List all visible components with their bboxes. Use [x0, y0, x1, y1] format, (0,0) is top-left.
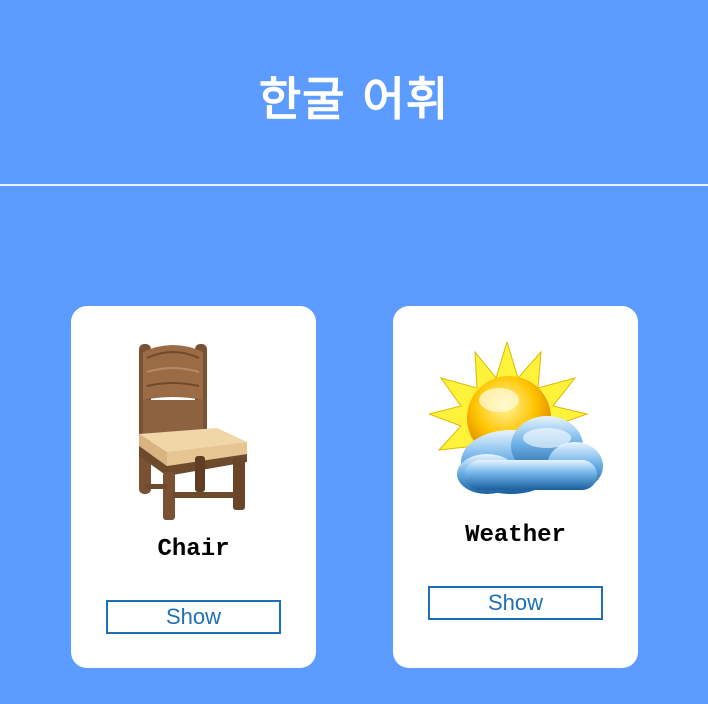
page-title: 한굴 어휘 — [258, 72, 450, 126]
weather-image — [429, 342, 603, 494]
vocab-card-chair: Chair Show — [71, 306, 316, 668]
chair-image — [139, 344, 247, 520]
show-button[interactable]: Show — [106, 600, 281, 634]
card-label: Chair — [157, 536, 230, 563]
vocab-card-weather: Weather Show — [393, 306, 638, 668]
show-button[interactable]: Show — [428, 586, 603, 620]
page-header: 한굴 어휘 — [0, 0, 708, 186]
card-label: Weather — [465, 522, 566, 549]
